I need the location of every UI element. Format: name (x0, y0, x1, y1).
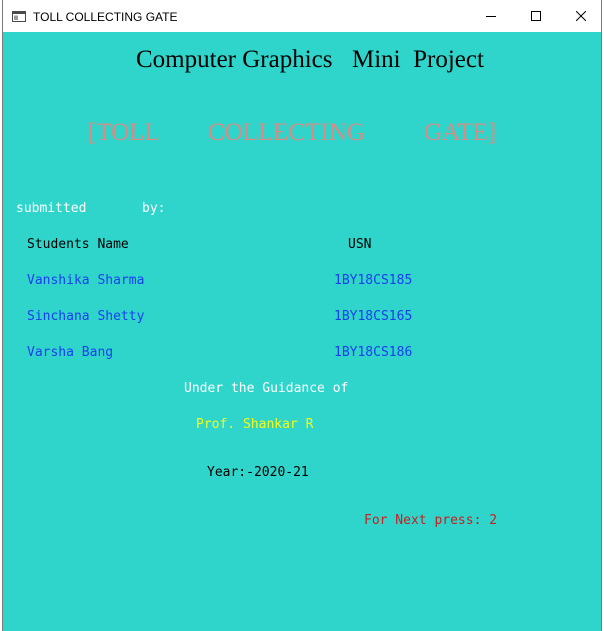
student-usn-2: 1BY18CS165 (334, 309, 413, 324)
student-name-1: Vanshika Sharma (27, 273, 145, 288)
heading-computer-graphics: Computer Graphics (136, 46, 333, 73)
student-name-3: Varsha Bang (27, 345, 114, 360)
guidance-label: Under the Guidance of (184, 381, 349, 396)
year-label: Year:-2020-21 (207, 465, 309, 480)
project-title-word-1: [TOLL (88, 119, 160, 146)
graphics-canvas[interactable]: Computer Graphics Mini Project [TOLL COL… (3, 32, 601, 631)
app-window-icon (12, 11, 26, 22)
student-name-2: Sinchana Shetty (27, 309, 145, 324)
close-icon (575, 11, 586, 21)
students-name-header: Students Name (27, 237, 129, 252)
usn-header: USN (348, 237, 372, 252)
submitted-label: submitted (16, 201, 87, 216)
window-title: TOLL COLLECTING GATE (33, 10, 178, 24)
title-bar[interactable]: TOLL COLLECTING GATE (3, 0, 601, 32)
app-window: TOLL COLLECTING GATE Computer Graphics M… (2, 0, 602, 631)
student-usn-3: 1BY18CS186 (334, 345, 413, 360)
by-label: by: (142, 201, 166, 216)
close-button[interactable] (558, 0, 603, 32)
project-title-word-3: GATE] (424, 119, 497, 146)
heading-mini-project: Mini Project (352, 46, 484, 73)
minimize-icon (485, 16, 496, 17)
guide-name: Prof. Shankar R (196, 417, 314, 432)
maximize-icon (530, 11, 541, 21)
project-title-word-2: COLLECTING (208, 119, 365, 146)
maximize-button[interactable] (513, 0, 558, 32)
next-prompt: For Next press: 2 (364, 513, 498, 528)
minimize-button[interactable] (468, 0, 513, 32)
student-usn-1: 1BY18CS185 (334, 273, 413, 288)
